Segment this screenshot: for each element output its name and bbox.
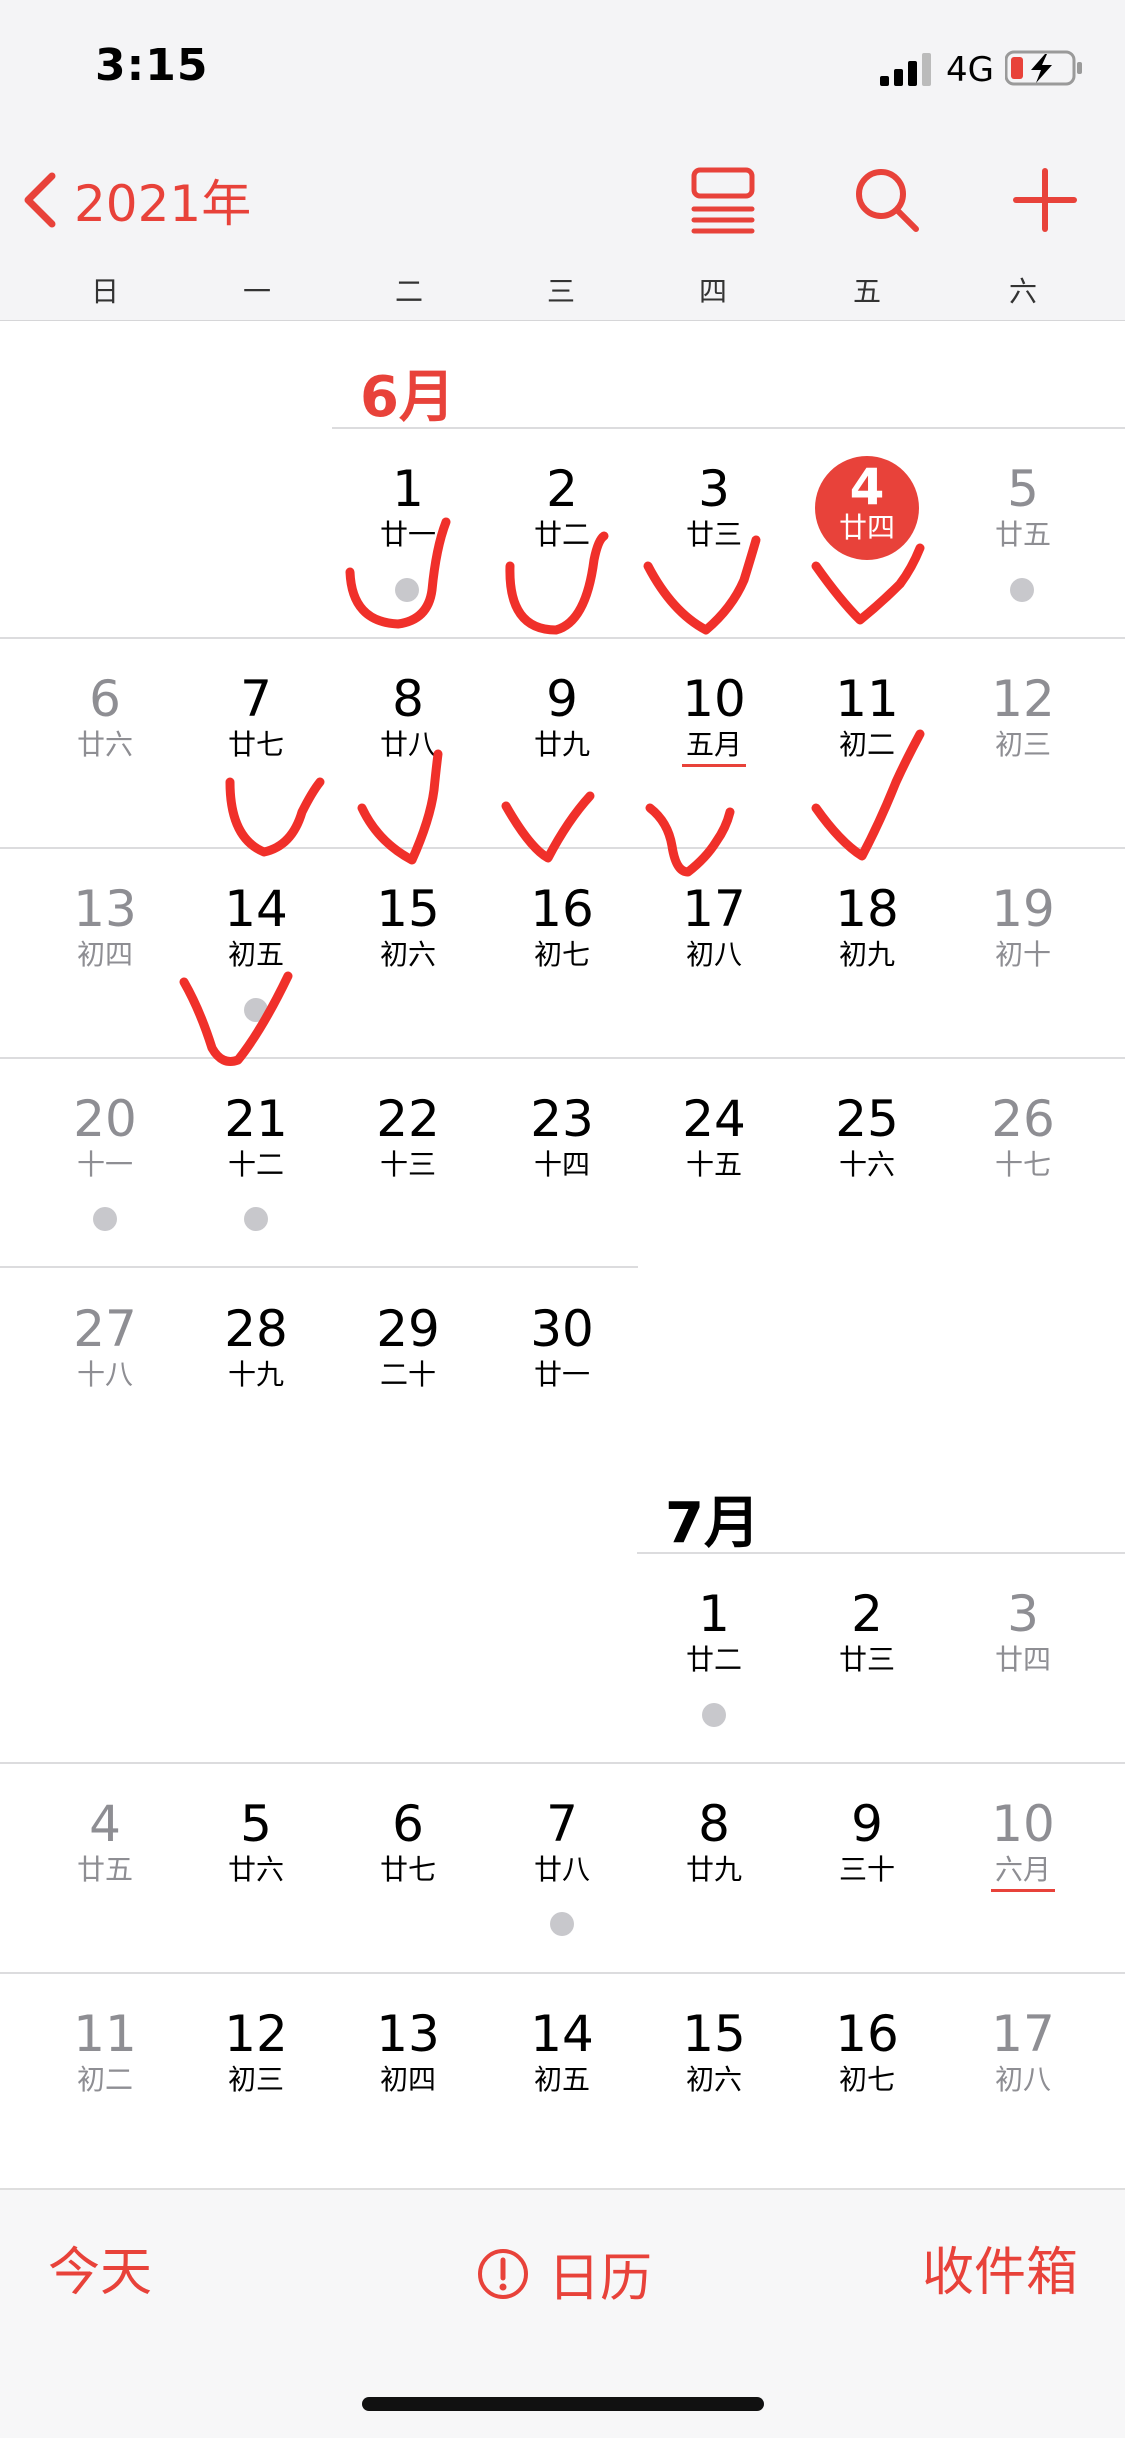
check-mark [501, 791, 595, 863]
tab-inbox[interactable]: 收件箱 [922, 2230, 1078, 2305]
tab-calendars-label: 日历 [548, 2249, 653, 2309]
alert-circle-icon [478, 2248, 528, 2299]
tab-calendars[interactable]: 日历 [476, 2236, 652, 2311]
home-indicator [362, 2397, 764, 2411]
check-mark [811, 729, 925, 861]
check-mark [645, 803, 735, 877]
handwritten-check-marks [179, 517, 925, 1066]
check-mark [179, 971, 293, 1066]
check-mark [345, 517, 451, 629]
check-mark [643, 535, 761, 635]
tab-today[interactable]: 今天 [48, 2230, 152, 2305]
check-mark [505, 531, 609, 635]
check-mark [811, 543, 925, 625]
check-mark [357, 749, 443, 865]
check-mark [225, 777, 325, 857]
